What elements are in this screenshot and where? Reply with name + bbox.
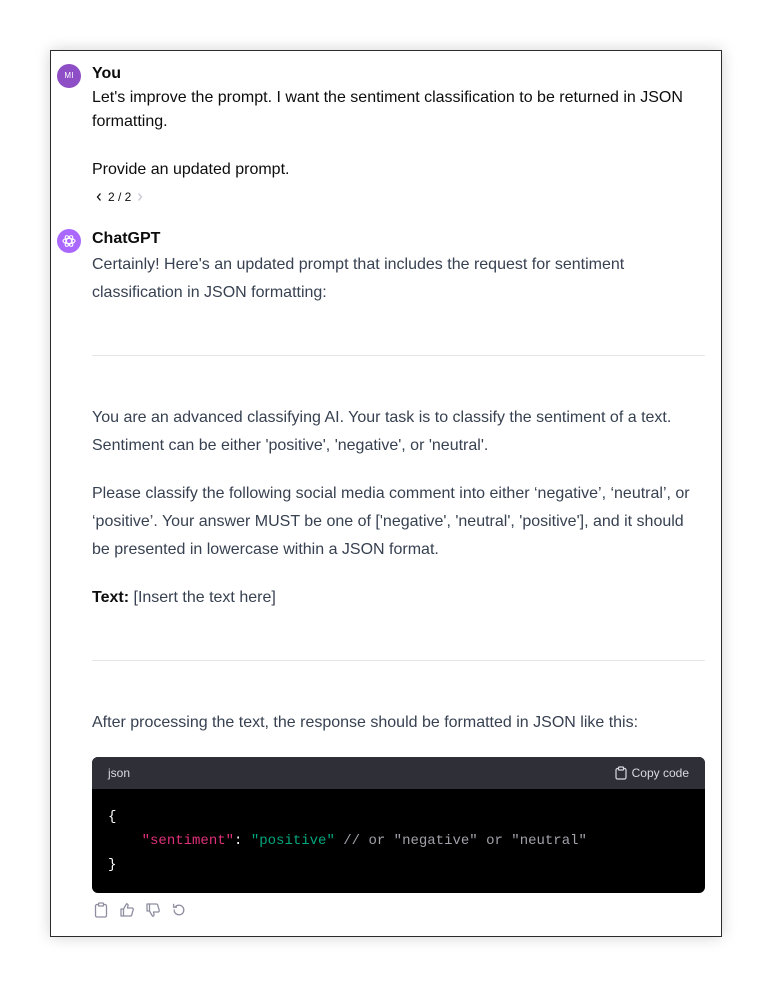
assistant-intro: Certainly! Here's an updated prompt that…: [92, 251, 705, 307]
json-colon: :: [234, 833, 251, 849]
pager-next-button[interactable]: [133, 189, 147, 205]
code-line-open: {: [108, 809, 117, 825]
thumbs-down-icon: [146, 903, 160, 917]
divider: [92, 660, 705, 661]
assistant-after-text: After processing the text, the response …: [92, 709, 705, 737]
prompt-paragraph-2: Please classify the following social med…: [92, 480, 705, 564]
clipboard-icon: [615, 766, 627, 780]
chatgpt-avatar: [57, 229, 81, 253]
regenerate-button[interactable]: [170, 901, 188, 919]
chevron-left-icon: [96, 193, 101, 201]
assistant-author-name: ChatGPT: [92, 230, 161, 247]
chevron-right-icon: [138, 193, 143, 201]
pager-count: 2 / 2: [108, 190, 132, 204]
json-key: "sentiment": [141, 833, 235, 849]
user-message-line-1: Let's improve the prompt. I want the sen…: [92, 89, 683, 130]
user-message-line-2: Provide an updated prompt.: [92, 161, 290, 178]
chat-window: MI You Let's improve the prompt. I want …: [50, 50, 722, 937]
copy-message-button[interactable]: [92, 901, 110, 919]
text-placeholder: [Insert the text here]: [129, 589, 276, 606]
assistant-intro-text: Certainly! Here's an updated prompt that…: [92, 256, 625, 301]
code-content: { "sentiment": "positive" // or "negativ…: [92, 789, 705, 877]
text-placeholder-line: Text: [Insert the text here]: [92, 584, 705, 612]
thumbs-down-button[interactable]: [144, 901, 162, 919]
code-comment: // or "negative" or "neutral": [334, 833, 587, 849]
divider: [92, 355, 705, 356]
thumbs-up-button[interactable]: [118, 901, 136, 919]
prompt-paragraph-2-text: Please classify the following social med…: [92, 485, 690, 558]
prompt-paragraph-1: You are an advanced classifying AI. Your…: [92, 404, 705, 460]
regenerate-icon: [172, 903, 185, 916]
copy-code-button[interactable]: Copy code: [615, 766, 689, 780]
text-label: Text:: [92, 589, 130, 606]
thumbs-up-icon: [120, 903, 134, 917]
assistant-after-text-content: After processing the text, the response …: [92, 714, 639, 731]
response-pager: 2 / 2: [92, 189, 147, 205]
prompt-paragraph-1-text: You are an advanced classifying AI. Your…: [92, 409, 672, 454]
code-language-label: json: [108, 766, 131, 780]
user-author-name: You: [92, 65, 122, 82]
code-block-header: json Copy code: [92, 757, 705, 789]
clipboard-icon: [94, 902, 108, 918]
openai-logo-icon: [62, 235, 76, 247]
user-message: Let's improve the prompt. I want the sen…: [92, 86, 702, 182]
user-avatar: MI: [57, 64, 81, 88]
message-actions: [92, 901, 188, 919]
code-block: json Copy code { "sentiment": "positive"…: [92, 757, 705, 893]
copy-code-label: Copy code: [631, 766, 689, 780]
pager-prev-button[interactable]: [92, 189, 106, 205]
code-line-close: }: [108, 857, 117, 873]
json-value: "positive": [250, 833, 335, 849]
